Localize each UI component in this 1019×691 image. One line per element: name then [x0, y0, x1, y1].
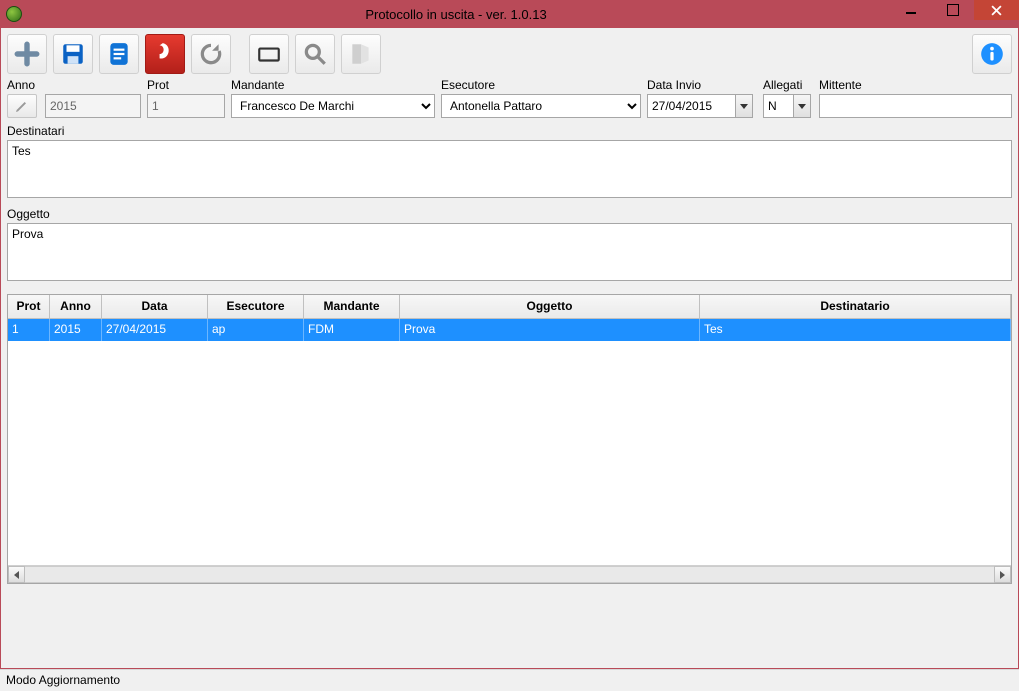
toolbar: [1, 28, 1018, 78]
esecutore-label: Esecutore: [441, 78, 641, 92]
maximize-button[interactable]: [932, 0, 974, 20]
info-button[interactable]: [972, 34, 1012, 74]
allegati-label: Allegati: [763, 78, 813, 92]
exit-button[interactable]: [341, 34, 381, 74]
allegati-dropdown-button[interactable]: [793, 94, 811, 118]
title-bar: Protocollo in uscita - ver. 1.0.13: [0, 0, 1019, 28]
document-button[interactable]: [99, 34, 139, 74]
scroll-right-button[interactable]: [994, 566, 1011, 583]
oggetto-textarea[interactable]: Prova: [7, 223, 1012, 281]
grid-hscrollbar[interactable]: [8, 565, 1011, 583]
close-button[interactable]: [974, 0, 1019, 20]
save-button[interactable]: [53, 34, 93, 74]
triangle-right-icon: [1000, 571, 1005, 579]
destinatari-label: Destinatari: [1, 118, 1018, 140]
data-invio-dropdown-button[interactable]: [735, 94, 753, 118]
prot-label: Prot: [147, 78, 225, 92]
col-mandante[interactable]: Mandante: [304, 295, 400, 318]
data-invio-field[interactable]: [647, 94, 735, 118]
col-data[interactable]: Data: [102, 295, 208, 318]
refresh-button[interactable]: [191, 34, 231, 74]
status-text: Modo Aggiornamento: [6, 673, 120, 687]
mittente-field[interactable]: [819, 94, 1012, 118]
pdf-button[interactable]: [145, 34, 185, 74]
col-prot[interactable]: Prot: [8, 295, 50, 318]
scroll-track[interactable]: [25, 566, 994, 583]
chevron-down-icon: [740, 104, 748, 109]
anno-label: Anno: [7, 78, 39, 92]
app-icon: [6, 6, 22, 22]
mandante-label: Mandante: [231, 78, 435, 92]
triangle-left-icon: [14, 571, 19, 579]
grid-body[interactable]: 1 2015 27/04/2015 ap FDM Prova Tes: [8, 319, 1011, 565]
col-esecutore[interactable]: Esecutore: [208, 295, 304, 318]
minimize-button[interactable]: [890, 0, 932, 20]
edit-anno-button[interactable]: [7, 94, 37, 118]
table-row[interactable]: 1 2015 27/04/2015 ap FDM Prova Tes: [8, 319, 1011, 341]
results-grid[interactable]: Prot Anno Data Esecutore Mandante Oggett…: [7, 294, 1012, 584]
col-anno[interactable]: Anno: [50, 295, 102, 318]
data-invio-label: Data Invio: [647, 78, 757, 92]
allegati-field[interactable]: [763, 94, 793, 118]
form-row: Anno . Prot Mandante Francesco De Marchi…: [1, 78, 1018, 118]
grid-header: Prot Anno Data Esecutore Mandante Oggett…: [8, 295, 1011, 319]
card-button[interactable]: [249, 34, 289, 74]
window-title: Protocollo in uscita - ver. 1.0.13: [22, 7, 890, 22]
oggetto-label: Oggetto: [1, 201, 1018, 223]
scroll-left-button[interactable]: [8, 566, 25, 583]
esecutore-select[interactable]: Antonella Pattaro: [441, 94, 641, 118]
col-destinatario[interactable]: Destinatario: [700, 295, 1011, 318]
chevron-down-icon: [798, 104, 806, 109]
status-bar: Modo Aggiornamento: [0, 669, 1019, 691]
col-oggetto[interactable]: Oggetto: [400, 295, 700, 318]
anno-field: [45, 94, 141, 118]
search-button[interactable]: [295, 34, 335, 74]
new-button[interactable]: [7, 34, 47, 74]
prot-field: [147, 94, 225, 118]
mandante-select[interactable]: Francesco De Marchi: [231, 94, 435, 118]
destinatari-textarea[interactable]: Tes: [7, 140, 1012, 198]
mittente-label: Mittente: [819, 78, 1012, 92]
